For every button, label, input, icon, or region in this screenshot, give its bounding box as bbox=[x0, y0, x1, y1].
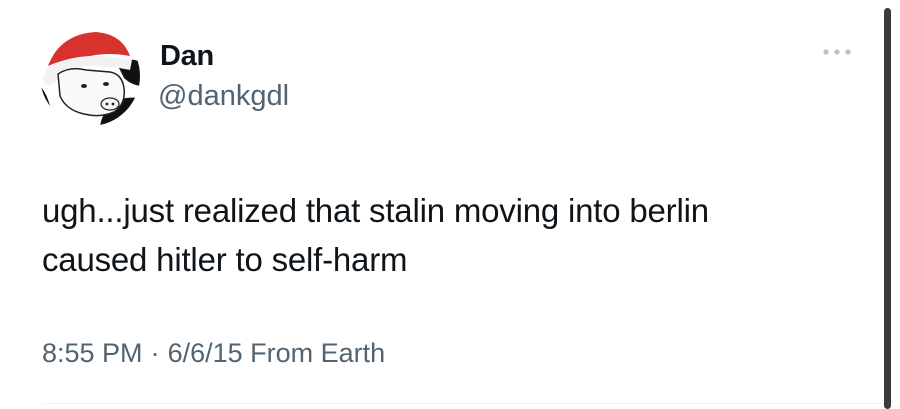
tweet-time[interactable]: 8:55 PM bbox=[42, 338, 143, 368]
cow-avatar-icon bbox=[40, 26, 140, 126]
author-handle[interactable]: @dankgdl bbox=[158, 80, 289, 113]
tweet-text-line-1: ugh...just realized that stalin moving i… bbox=[42, 192, 709, 229]
tweet-meta: 8:55 PM · 6/6/15 From Earth bbox=[42, 338, 385, 369]
more-options-icon[interactable] bbox=[820, 44, 854, 60]
tweet-card: Dan @dankgdl ugh...just realized that st… bbox=[0, 0, 900, 409]
divider bbox=[42, 403, 884, 404]
meta-separator: · bbox=[150, 338, 160, 368]
tweet-date[interactable]: 6/6/15 bbox=[168, 338, 243, 368]
author-display-name[interactable]: Dan bbox=[160, 40, 214, 73]
tweet-text-line-2: caused hitler to self-harm bbox=[42, 241, 408, 278]
tweet-source: From Earth bbox=[250, 338, 386, 368]
avatar[interactable] bbox=[40, 26, 140, 126]
tweet-text: ugh...just realized that stalin moving i… bbox=[42, 186, 862, 284]
scrollbar[interactable] bbox=[884, 8, 891, 409]
